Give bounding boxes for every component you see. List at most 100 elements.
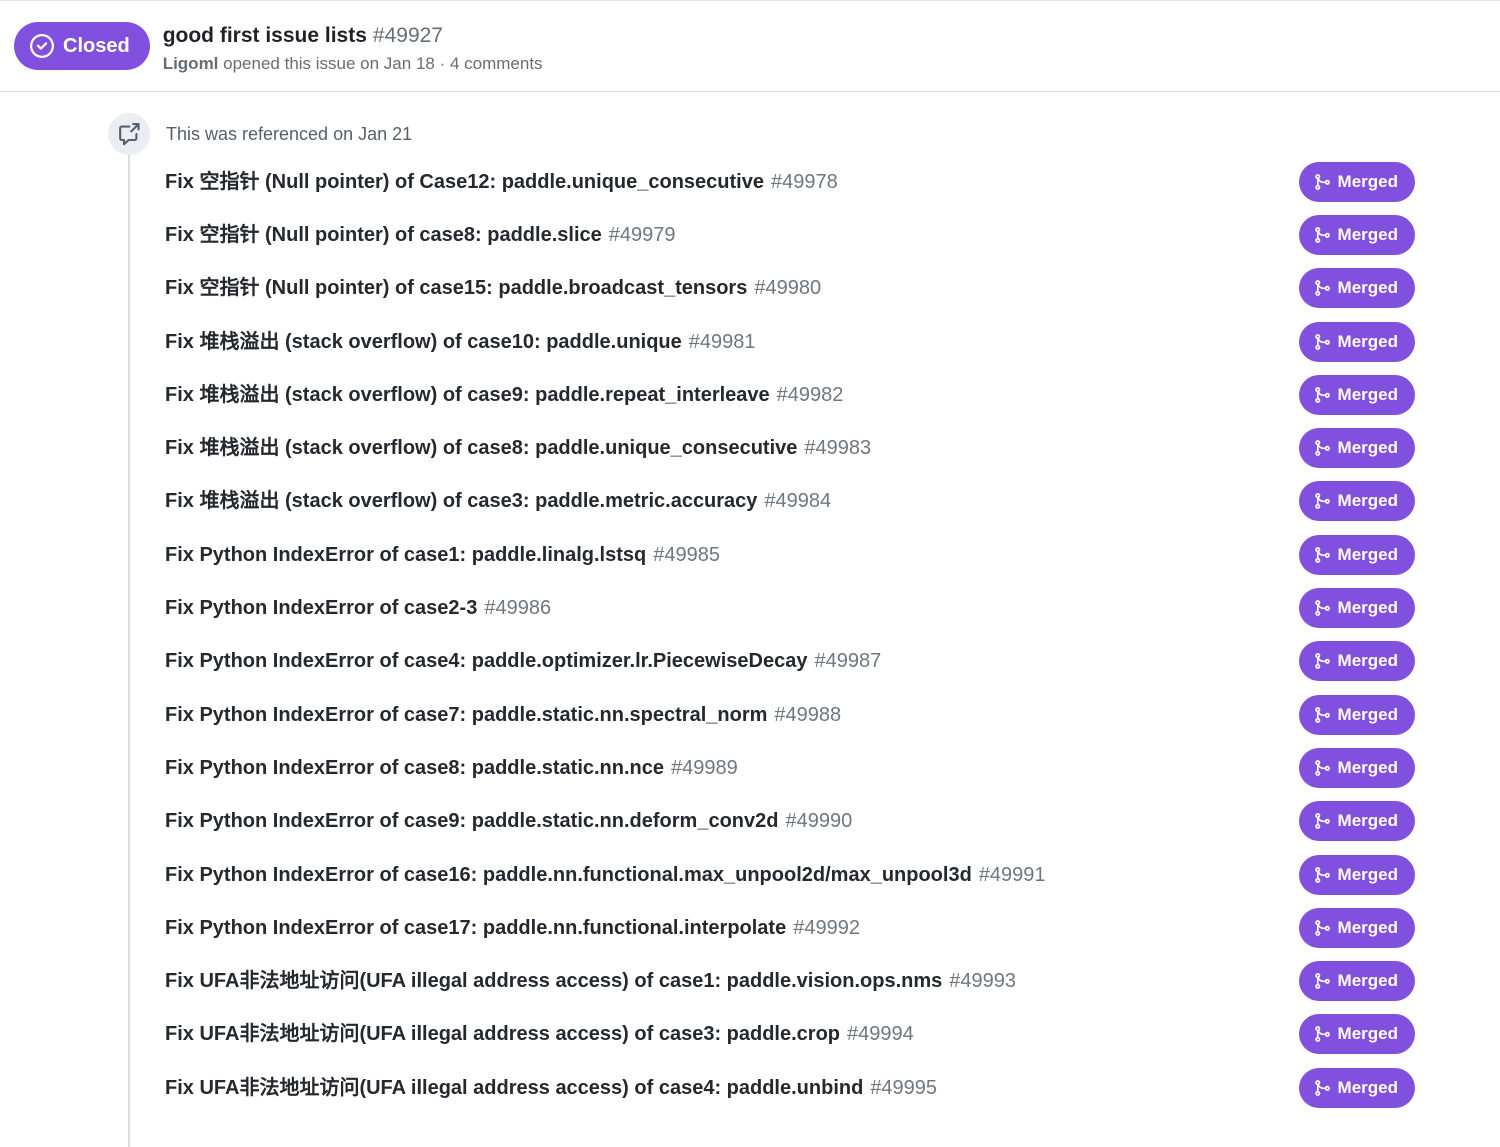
referenced-pr-number: #49989 [671,757,738,779]
merged-badge-label: Merged [1338,438,1398,458]
issue-byline-text: opened this issue on Jan 18 · 4 comments [223,54,542,73]
merged-badge: Merged [1299,481,1415,521]
referenced-pr-link[interactable]: Fix Python IndexError of case1: paddle.l… [165,542,720,568]
merged-badge: Merged [1299,375,1415,415]
merged-badge-label: Merged [1338,385,1398,405]
referenced-pr-link[interactable]: Fix 空指针 (Null pointer) of case8: paddle.… [165,222,676,248]
git-merge-icon [1313,706,1331,724]
merged-badge-label: Merged [1338,918,1398,938]
referenced-pr-number: #49984 [764,490,831,512]
referenced-pr-row: Fix 堆栈溢出 (stack overflow) of case9: padd… [165,368,1415,421]
referenced-pr-title: Fix Python IndexError of case9: paddle.s… [165,810,778,832]
merged-badge: Merged [1299,322,1415,362]
merged-badge: Merged [1299,748,1415,788]
referenced-pr-link[interactable]: Fix Python IndexError of case17: paddle.… [165,915,860,941]
merged-badge: Merged [1299,428,1415,468]
merged-badge-label: Merged [1338,705,1398,725]
referenced-pr-number: #49978 [771,171,838,193]
issue-number: #49927 [373,24,443,47]
referenced-pr-link[interactable]: Fix UFA非法地址访问(UFA illegal address access… [165,968,1016,994]
referenced-pr-number: #49993 [949,970,1016,992]
referenced-pr-title: Fix UFA非法地址访问(UFA illegal address access… [165,1077,863,1099]
merged-badge: Merged [1299,588,1415,628]
referenced-pr-title: Fix UFA非法地址访问(UFA illegal address access… [165,1023,840,1045]
referenced-pr-row: Fix Python IndexError of case1: paddle.l… [165,528,1415,581]
merged-badge-label: Merged [1338,278,1398,298]
merged-badge-label: Merged [1338,971,1398,991]
referenced-pr-link[interactable]: Fix Python IndexError of case2-3#49986 [165,595,551,621]
referenced-pr-number: #49992 [793,917,860,939]
referenced-pr-row: Fix Python IndexError of case4: paddle.o… [165,635,1415,688]
referenced-pr-number: #49990 [785,810,852,832]
referenced-pr-number: #49994 [847,1023,914,1045]
issue-title: good first issue lists [163,24,367,47]
referenced-pr-number: #49985 [653,544,720,566]
referenced-pr-number: #49979 [609,224,676,246]
referenced-pr-number: #49988 [774,704,841,726]
git-merge-icon [1313,173,1331,191]
git-merge-icon [1313,1079,1331,1097]
merged-badge: Merged [1299,1014,1415,1054]
git-merge-icon [1313,652,1331,670]
referenced-pr-title: Fix 堆栈溢出 (stack overflow) of case3: padd… [165,490,757,512]
referenced-pr-link[interactable]: Fix 空指针 (Null pointer) of case15: paddle… [165,275,821,301]
merged-badge-label: Merged [1338,172,1398,192]
referenced-pr-link[interactable]: Fix Python IndexError of case4: paddle.o… [165,648,881,674]
referenced-list: Fix 空指针 (Null pointer) of Case12: paddle… [165,155,1415,1114]
merged-badge: Merged [1299,162,1415,202]
issue-state-badge: Closed [14,22,150,70]
git-merge-icon [1313,599,1331,617]
merged-badge-label: Merged [1338,1024,1398,1044]
issue-byline: Ligoml opened this issue on Jan 18 · 4 c… [163,54,543,74]
merged-badge-label: Merged [1338,545,1398,565]
merged-badge: Merged [1299,801,1415,841]
referenced-pr-link[interactable]: Fix Python IndexError of case9: paddle.s… [165,808,852,834]
git-merge-icon [1313,546,1331,564]
event-icon-circle [108,113,150,155]
referenced-pr-link[interactable]: Fix UFA非法地址访问(UFA illegal address access… [165,1075,937,1101]
referenced-pr-row: Fix UFA非法地址访问(UFA illegal address access… [165,1061,1415,1114]
referenced-pr-number: #49987 [814,650,881,672]
referenced-pr-link[interactable]: Fix 堆栈溢出 (stack overflow) of case9: padd… [165,382,843,408]
merged-badge: Merged [1299,695,1415,735]
referenced-pr-link[interactable]: Fix Python IndexError of case7: paddle.s… [165,702,841,728]
git-merge-icon [1313,439,1331,457]
issue-author-link[interactable]: Ligoml [163,54,219,73]
referenced-pr-number: #49981 [689,331,756,353]
issue-title-block: good first issue lists #49927 Ligoml open… [163,22,543,74]
merged-badge-label: Merged [1338,225,1398,245]
referenced-pr-title: Fix UFA非法地址访问(UFA illegal address access… [165,970,942,992]
referenced-pr-title: Fix 空指针 (Null pointer) of case8: paddle.… [165,224,602,246]
merged-badge-label: Merged [1338,1078,1398,1098]
referenced-pr-link[interactable]: Fix 堆栈溢出 (stack overflow) of case3: padd… [165,488,831,514]
referenced-pr-link[interactable]: Fix 空指针 (Null pointer) of Case12: paddle… [165,169,838,195]
referenced-pr-title: Fix Python IndexError of case2-3 [165,597,477,619]
git-merge-icon [1313,333,1331,351]
merged-badge: Merged [1299,215,1415,255]
git-merge-icon [1313,919,1331,937]
referenced-pr-row: Fix Python IndexError of case2-3#49986 M… [165,581,1415,634]
merged-badge-label: Merged [1338,491,1398,511]
referenced-pr-title: Fix Python IndexError of case8: paddle.s… [165,757,664,779]
referenced-pr-link[interactable]: Fix Python IndexError of case8: paddle.s… [165,755,738,781]
referenced-pr-row: Fix 堆栈溢出 (stack overflow) of case3: padd… [165,475,1415,528]
merged-badge: Merged [1299,908,1415,948]
merged-badge-label: Merged [1338,865,1398,885]
issue-timeline: This was referenced on Jan 21 Fix 空指针 (N… [0,113,1500,1147]
referenced-pr-number: #49980 [754,277,821,299]
git-merge-icon [1313,759,1331,777]
issue-closed-icon [30,34,54,58]
git-merge-icon [1313,386,1331,404]
referenced-pr-title: Fix Python IndexError of case4: paddle.o… [165,650,807,672]
referenced-pr-row: Fix 空指针 (Null pointer) of case8: paddle.… [165,208,1415,261]
merged-badge: Merged [1299,268,1415,308]
referenced-pr-link[interactable]: Fix 堆栈溢出 (stack overflow) of case10: pad… [165,329,756,355]
referenced-pr-title: Fix 堆栈溢出 (stack overflow) of case8: padd… [165,437,797,459]
referenced-pr-number: #49991 [979,864,1046,886]
referenced-pr-link[interactable]: Fix Python IndexError of case16: paddle.… [165,862,1046,888]
referenced-pr-row: Fix Python IndexError of case16: paddle.… [165,848,1415,901]
merged-badge-label: Merged [1338,598,1398,618]
referenced-pr-link[interactable]: Fix 堆栈溢出 (stack overflow) of case8: padd… [165,435,871,461]
referenced-pr-title: Fix 空指针 (Null pointer) of case15: paddle… [165,277,747,299]
referenced-pr-link[interactable]: Fix UFA非法地址访问(UFA illegal address access… [165,1021,914,1047]
